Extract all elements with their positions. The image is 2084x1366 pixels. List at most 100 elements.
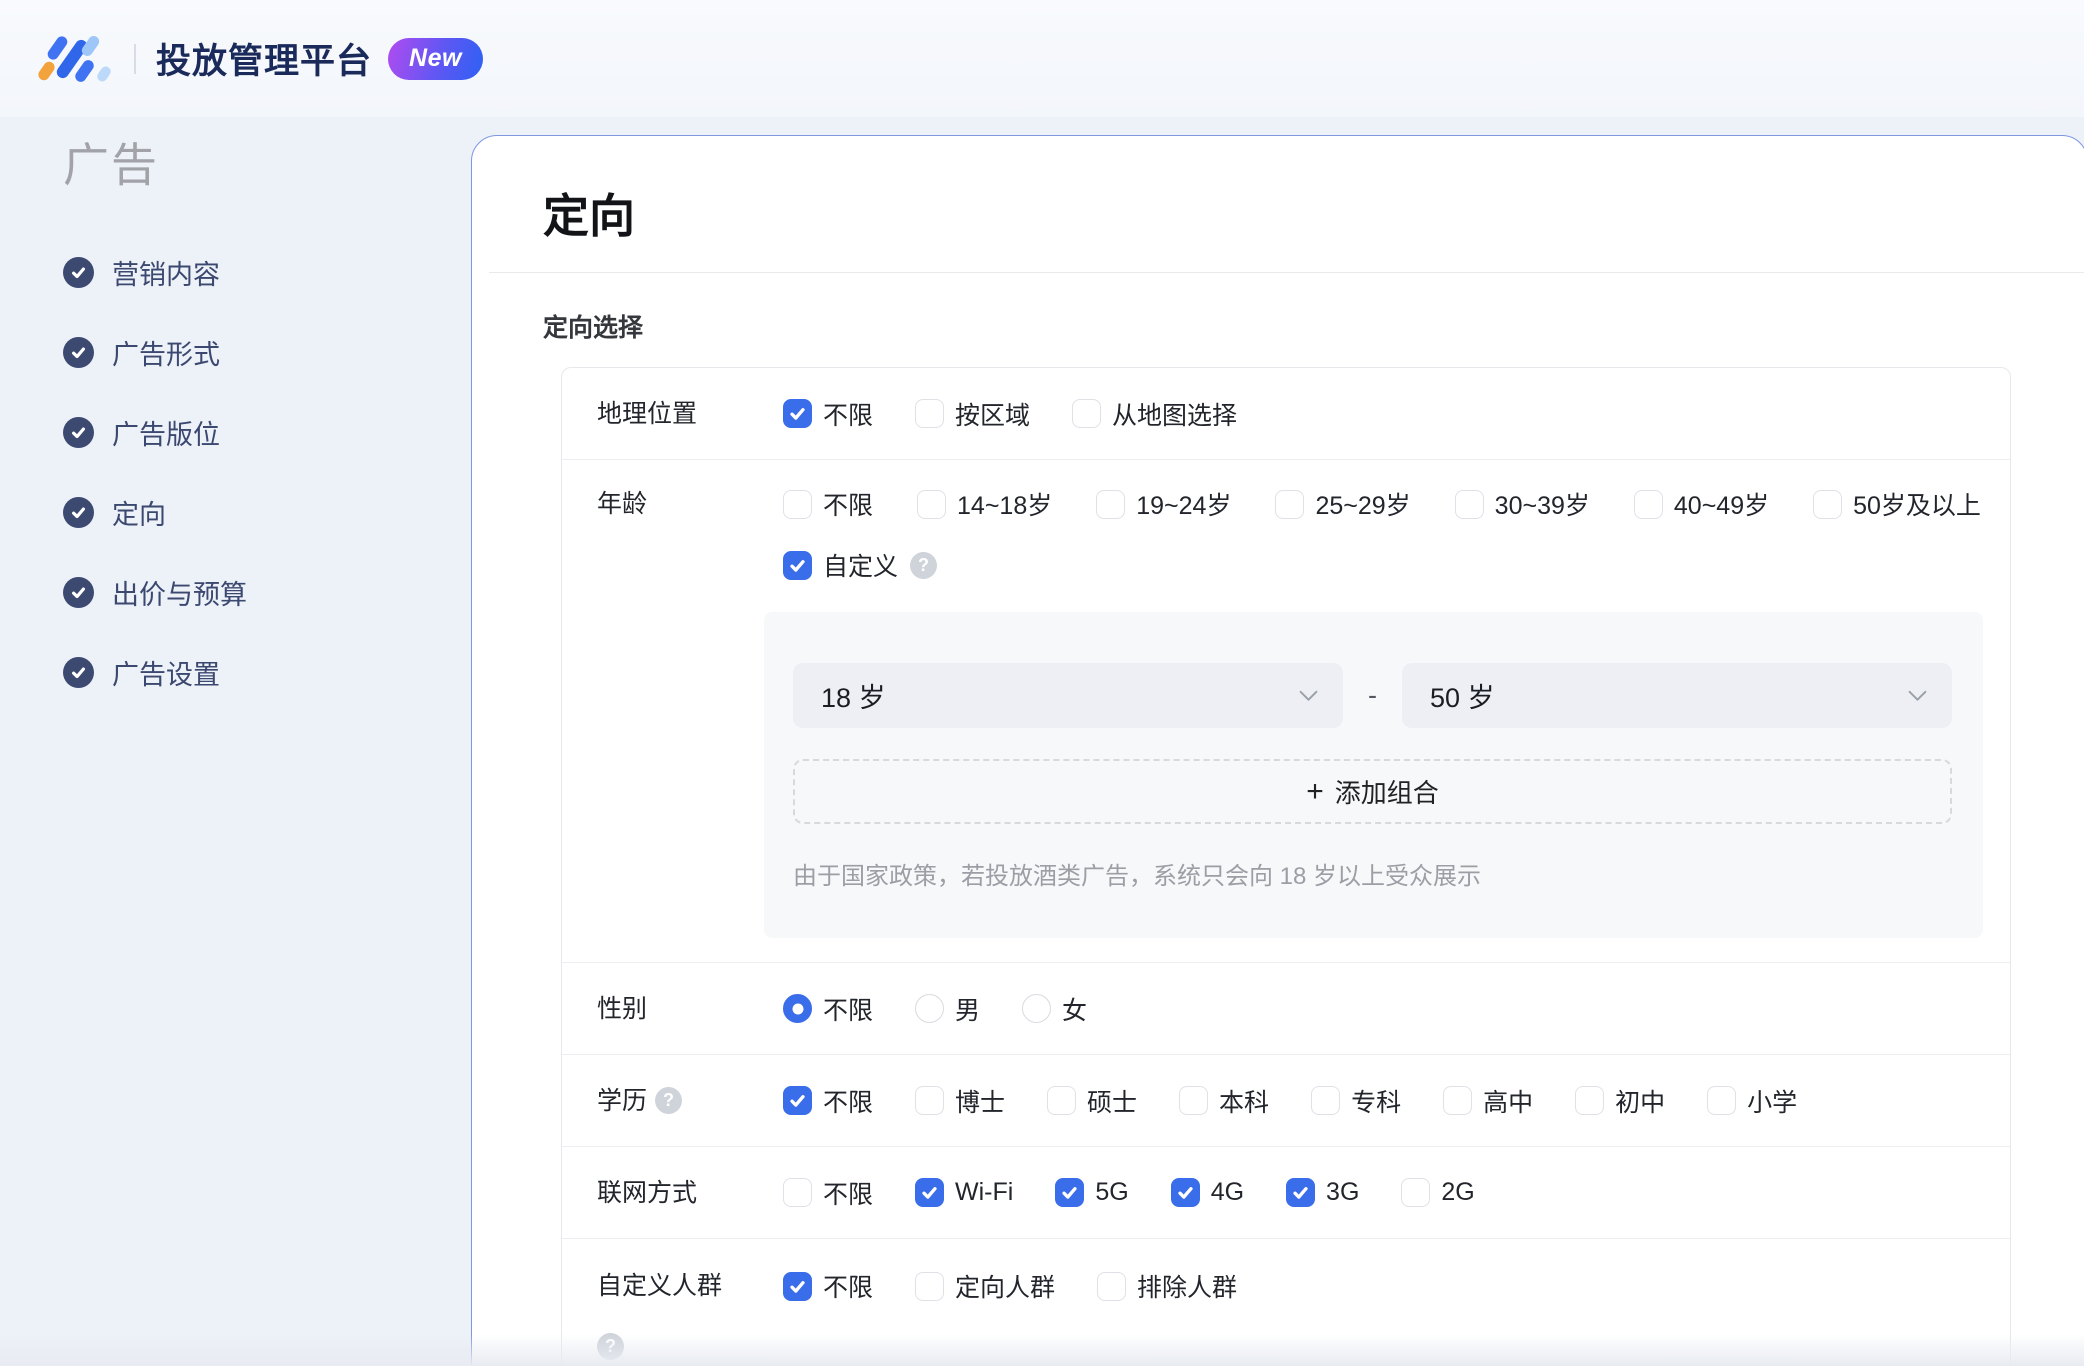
sidebar-item-ad-settings[interactable]: 广告设置: [63, 652, 471, 692]
chevron-down-icon: [1908, 690, 1927, 702]
add-combination-button[interactable]: + 添加组合: [793, 759, 1952, 824]
checkbox-checked[interactable]: [783, 1271, 812, 1301]
sidebar-item-label: 广告设置: [112, 659, 220, 690]
checkbox-option-education[interactable]: 专科: [1311, 1083, 1401, 1119]
options-line: 不限 男 女: [783, 989, 2010, 1029]
checkbox-option-network[interactable]: 2G: [1401, 1178, 1475, 1207]
checkbox-unchecked[interactable]: [915, 1271, 945, 1301]
checkbox-option-education[interactable]: 不限: [783, 1083, 873, 1119]
checkbox-option-education[interactable]: 硕士: [1047, 1083, 1137, 1119]
checkbox-option-age[interactable]: 40~49岁: [1633, 486, 1769, 522]
help-icon[interactable]: [597, 1333, 624, 1360]
sidebar-item-ad-format[interactable]: 广告形式: [63, 332, 471, 372]
checkbox-unchecked[interactable]: [915, 1086, 945, 1115]
checkbox-option-age[interactable]: 自定义: [783, 547, 898, 583]
radio-option-gender[interactable]: 不限: [783, 991, 873, 1027]
form-row-network: 联网方式 不限 Wi-Fi 5G 4G 3G 2G: [562, 1147, 2010, 1239]
checkbox-option-network[interactable]: 不限: [783, 1175, 873, 1211]
radio-unchecked[interactable]: [915, 994, 945, 1023]
checkbox-unchecked[interactable]: [1707, 1086, 1737, 1115]
checkbox-option-custom-audience[interactable]: 定向人群: [915, 1268, 1055, 1304]
app-logo-icon: [36, 33, 113, 84]
checkbox-unchecked[interactable]: [1633, 489, 1663, 519]
checkbox-checked[interactable]: [783, 550, 812, 580]
option-label: 男: [955, 996, 981, 1025]
checkbox-option-network[interactable]: Wi-Fi: [915, 1178, 1013, 1207]
checkbox-unchecked[interactable]: [1443, 1086, 1473, 1115]
checkbox-unchecked[interactable]: [917, 489, 947, 519]
checkbox-option-age[interactable]: 50岁及以上: [1813, 486, 1981, 522]
checkbox-unchecked[interactable]: [1096, 489, 1126, 519]
checkbox-checked[interactable]: [1286, 1178, 1316, 1207]
sidebar-item-label: 定向: [112, 499, 166, 530]
age-from-select[interactable]: 18 岁: [793, 663, 1343, 728]
checkbox-option-geo[interactable]: 不限: [783, 396, 873, 432]
option-label: 不限: [823, 492, 874, 520]
checkbox-option-custom-audience[interactable]: 不限: [783, 1268, 873, 1304]
form-row-age: 年龄 不限 14~18岁 19~24岁 25~29岁 30~39岁 40~49岁 50岁及以上…: [562, 460, 2010, 963]
sidebar-item-ad-placement[interactable]: 广告版位: [63, 412, 471, 452]
sidebar-item-bid-budget[interactable]: 出价与预算: [63, 572, 471, 612]
checkbox-option-age[interactable]: 14~18岁: [917, 486, 1052, 522]
checkbox-option-education[interactable]: 小学: [1707, 1083, 1797, 1119]
checkbox-option-geo[interactable]: 从地图选择: [1072, 396, 1237, 432]
option-label: 排除人群: [1137, 1274, 1238, 1302]
row-label-geo: 地理位置: [562, 394, 783, 434]
age-to-select[interactable]: 50 岁: [1402, 663, 1952, 728]
range-separator: -: [1368, 680, 1377, 710]
checkbox-unchecked[interactable]: [1047, 1086, 1077, 1115]
checkbox-unchecked[interactable]: [1454, 489, 1484, 519]
checkbox-option-education[interactable]: 高中: [1443, 1083, 1533, 1119]
checkbox-option-age[interactable]: 30~39岁: [1454, 486, 1590, 522]
row-content: 不限 男 女: [783, 989, 2010, 1029]
checkbox-checked[interactable]: [783, 1086, 812, 1115]
checkbox-option-network[interactable]: 3G: [1286, 1178, 1359, 1207]
row-label-text: 性别: [597, 994, 648, 1023]
sidebar-item-targeting[interactable]: 定向: [63, 492, 471, 532]
radio-option-gender[interactable]: 女: [1022, 991, 1087, 1027]
sidebar: 广告 营销内容 广告形式 广告版位 定向 出价与预算 广告设置: [0, 117, 471, 1366]
sidebar-item-marketing-content[interactable]: 营销内容: [63, 252, 471, 292]
checkbox-option-education[interactable]: 本科: [1179, 1083, 1269, 1119]
plus-icon: +: [1306, 774, 1324, 808]
logo-pill: [36, 59, 57, 82]
checkbox-unchecked[interactable]: [1179, 1086, 1209, 1115]
help-icon[interactable]: [910, 551, 938, 579]
radio-checked[interactable]: [783, 994, 812, 1023]
checkbox-option-age[interactable]: 19~24岁: [1096, 486, 1231, 522]
checkbox-option-age[interactable]: 不限: [783, 486, 873, 522]
checkbox-unchecked[interactable]: [1072, 399, 1102, 428]
radio-option-gender[interactable]: 男: [915, 991, 980, 1027]
option-label: 不限: [823, 401, 874, 430]
checkbox-option-education[interactable]: 博士: [915, 1083, 1005, 1119]
help-icon[interactable]: [655, 1087, 683, 1114]
option-label: Wi-Fi: [955, 1178, 1014, 1206]
new-badge: New: [388, 37, 483, 80]
checkbox-checked[interactable]: [1170, 1178, 1200, 1207]
checkbox-unchecked[interactable]: [1311, 1086, 1341, 1115]
checkbox-option-age[interactable]: 25~29岁: [1275, 486, 1411, 522]
row-label-text: 自定义人群: [597, 1272, 723, 1300]
brand-divider: [134, 43, 136, 74]
checkbox-option-education[interactable]: 初中: [1575, 1083, 1665, 1119]
checkbox-unchecked[interactable]: [915, 399, 945, 428]
option-label: 本科: [1219, 1088, 1270, 1117]
checkbox-unchecked[interactable]: [783, 1178, 812, 1207]
checkbox-unchecked[interactable]: [783, 489, 812, 519]
radio-unchecked[interactable]: [1022, 994, 1052, 1023]
checkbox-unchecked[interactable]: [1401, 1178, 1431, 1207]
checkbox-option-network[interactable]: 5G: [1055, 1178, 1129, 1207]
checkbox-unchecked[interactable]: [1275, 489, 1305, 519]
options-line: 不限 14~18岁 19~24岁 25~29岁 30~39岁 40~49岁 50岁及以上: [783, 484, 2010, 524]
checkbox-unchecked[interactable]: [1097, 1271, 1127, 1301]
checkbox-option-custom-audience[interactable]: 排除人群: [1097, 1268, 1237, 1304]
checkbox-unchecked[interactable]: [1575, 1086, 1605, 1115]
checkbox-option-network[interactable]: 4G: [1170, 1178, 1244, 1207]
checkbox-unchecked[interactable]: [1813, 489, 1843, 519]
checkbox-option-geo[interactable]: 按区域: [915, 396, 1030, 432]
row-content: 不限 按区域 从地图选择: [783, 394, 2010, 434]
checkbox-checked[interactable]: [915, 1178, 945, 1207]
checkbox-checked[interactable]: [1055, 1178, 1085, 1207]
sidebar-item-label: 广告形式: [112, 339, 220, 370]
checkbox-checked[interactable]: [783, 399, 812, 428]
